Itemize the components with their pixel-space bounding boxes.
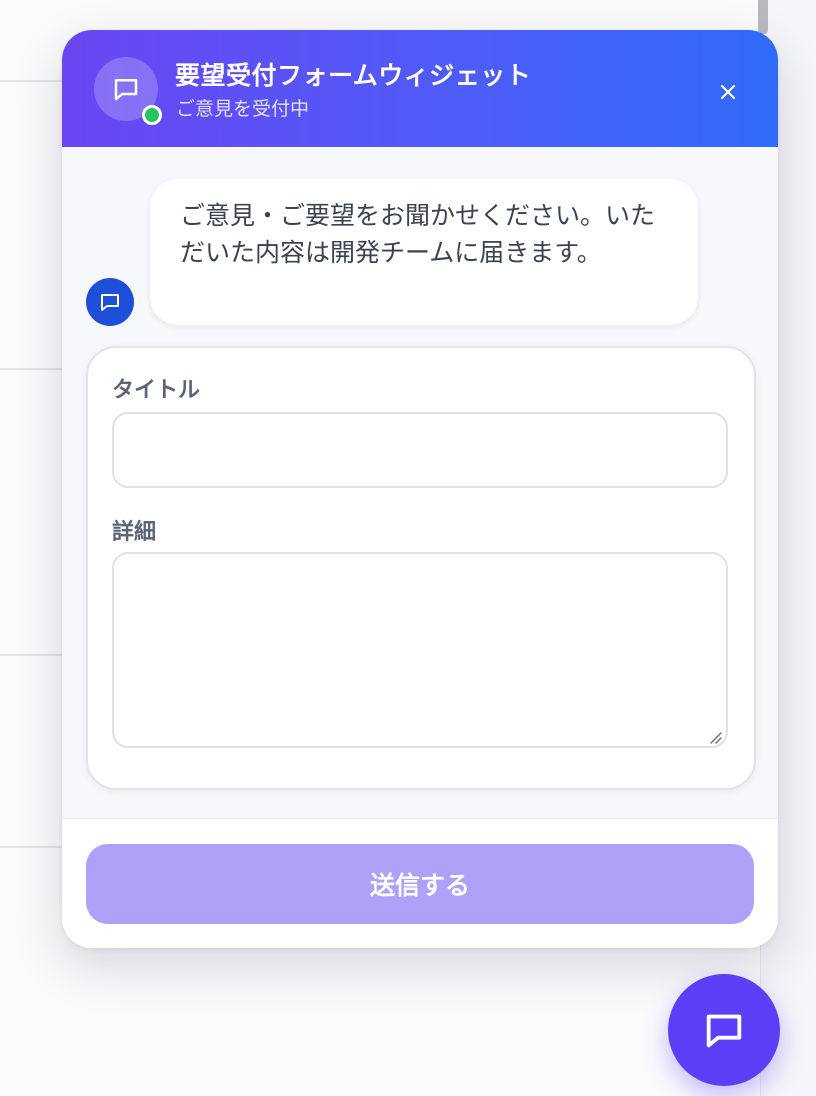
chat-bubble-icon <box>101 294 119 311</box>
widget-title: 要望受付フォームウィジェット <box>175 61 532 90</box>
close-icon <box>720 84 736 100</box>
widget-header: 要望受付フォームウィジェット ご意見を受付中 <box>62 30 778 147</box>
background-scrollbar[interactable] <box>758 0 768 34</box>
feedback-form: タイトル 詳細 <box>86 346 756 790</box>
chat-bubble-icon <box>706 1014 742 1048</box>
close-button[interactable] <box>710 74 746 110</box>
submit-button[interactable]: 送信する <box>86 844 754 924</box>
widget-footer: 送信する <box>62 819 778 948</box>
bot-avatar <box>86 278 134 326</box>
chat-launcher-button[interactable] <box>668 974 780 1086</box>
bot-message-text: ご意見・ご要望をお聞かせください。いただいた内容は開発チームに届きます。 <box>180 201 656 267</box>
title-label: タイトル <box>112 378 201 403</box>
title-input[interactable] <box>112 412 728 488</box>
feedback-widget: 要望受付フォームウィジェット ご意見を受付中 ご意見・ご要望をお聞かせください。… <box>62 30 778 948</box>
chat-bubble-icon <box>114 79 138 101</box>
detail-textarea[interactable] <box>112 552 728 748</box>
detail-label: 詳細 <box>112 520 157 545</box>
widget-status-text: ご意見を受付中 <box>176 98 310 120</box>
resize-handle-icon[interactable] <box>708 730 722 744</box>
online-status-dot <box>142 105 162 125</box>
bot-message-bubble: ご意見・ご要望をお聞かせください。いただいた内容は開発チームに届きます。 <box>150 179 698 325</box>
